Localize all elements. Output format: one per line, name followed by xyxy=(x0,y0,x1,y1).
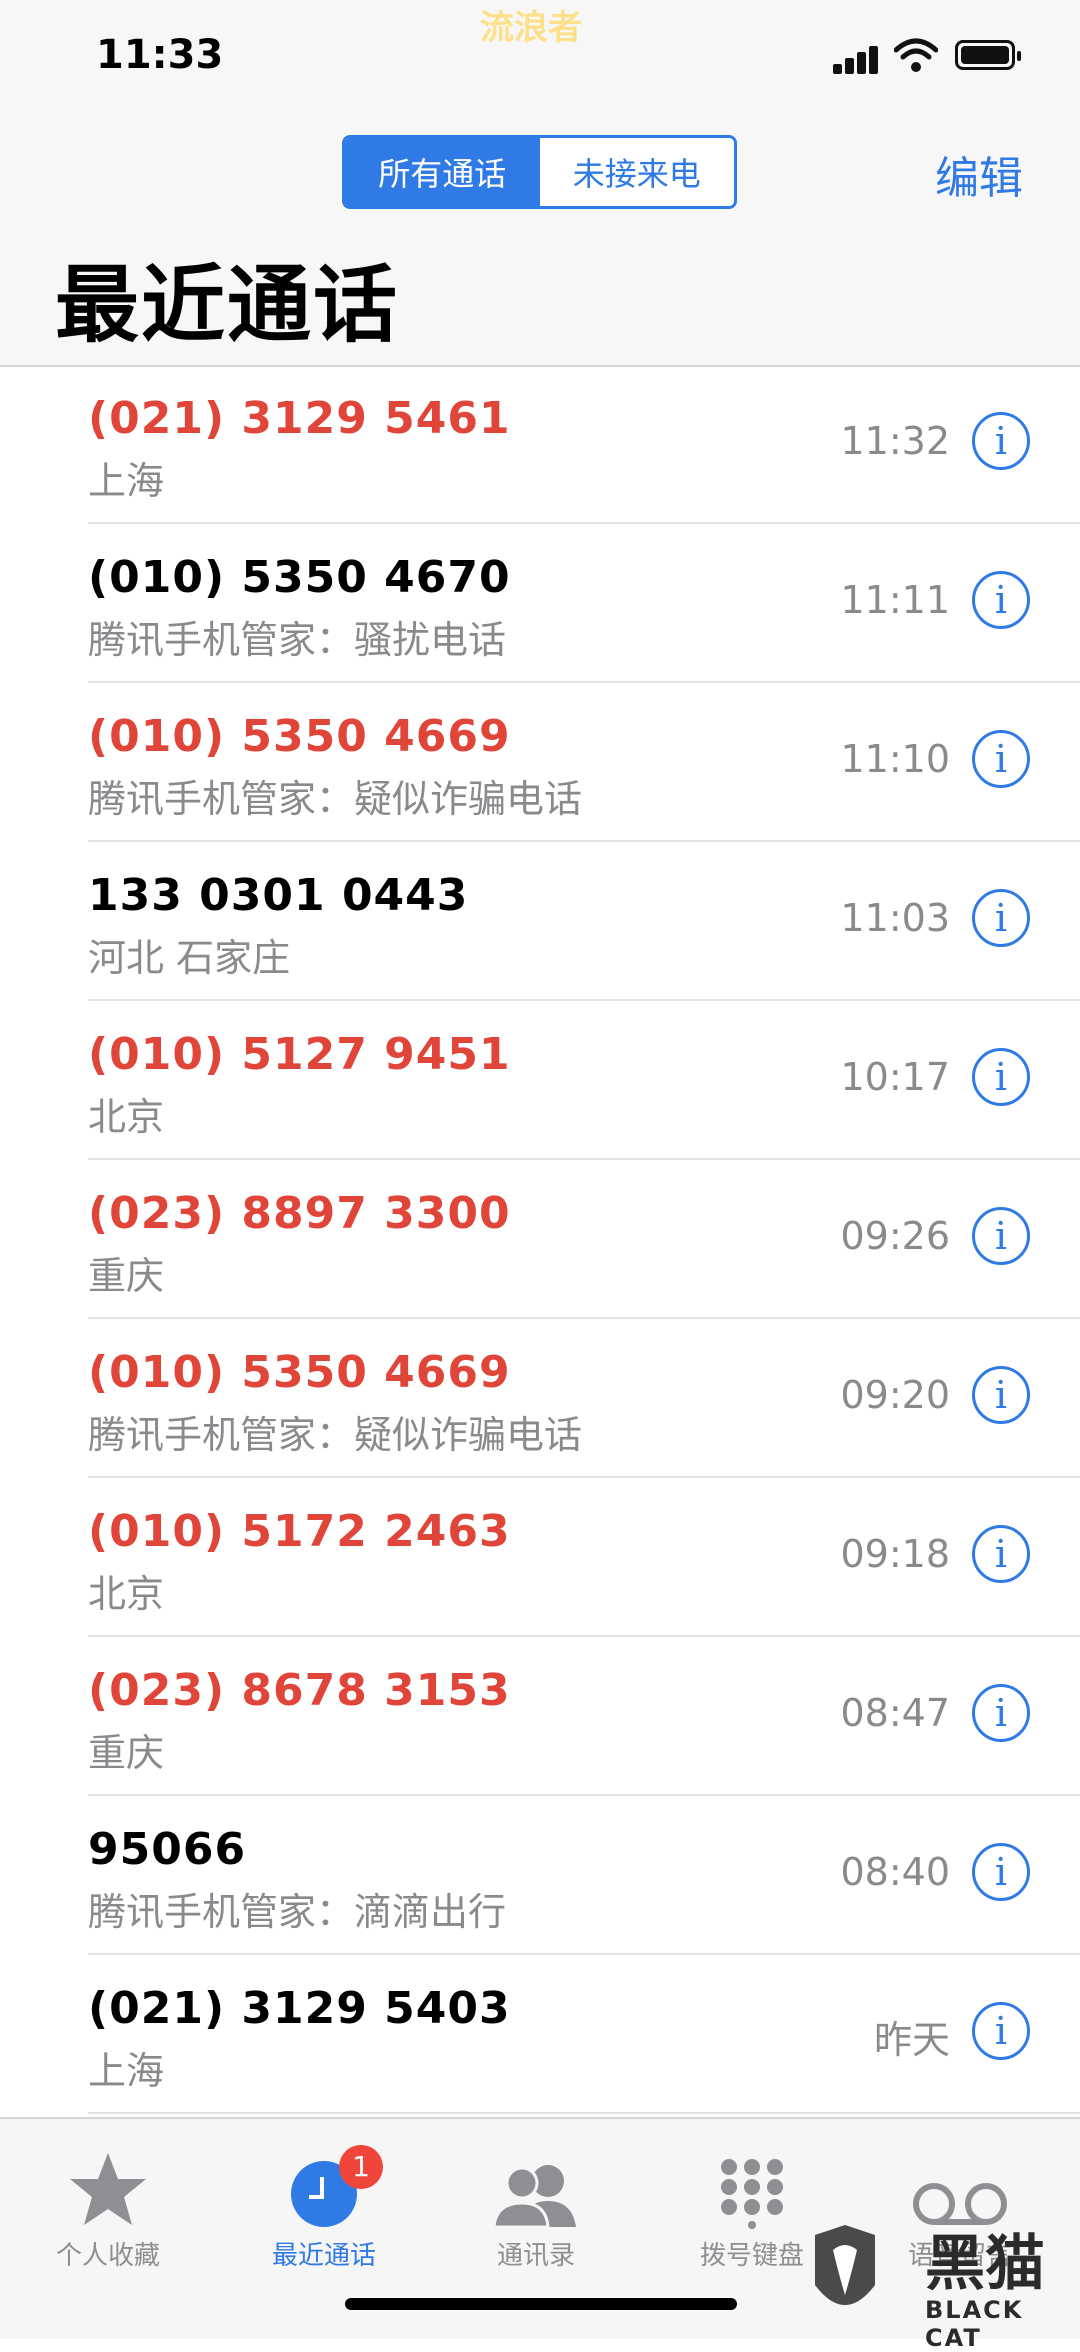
info-icon[interactable]: i xyxy=(972,571,1030,629)
tab-label: 最近通话 xyxy=(271,2241,376,2271)
battery-icon xyxy=(955,40,1021,70)
segment-missed-calls[interactable]: 未接来电 xyxy=(539,138,734,206)
segment-all-calls[interactable]: 所有通话 xyxy=(345,138,540,206)
call-time: 11:10 xyxy=(840,737,950,781)
call-row[interactable]: (023) 8897 3300 重庆 09:26 i xyxy=(88,1160,1080,1319)
call-location: 重庆 xyxy=(88,1254,165,1298)
call-time: 09:20 xyxy=(840,1373,950,1417)
call-filter-segmented-control: 所有通话 未接来电 xyxy=(342,135,737,209)
contacts-icon xyxy=(492,2165,576,2229)
info-icon[interactable]: i xyxy=(972,2002,1030,2060)
watermark-text: 流浪者 xyxy=(480,8,582,48)
call-number: 95066 xyxy=(88,1824,247,1875)
call-row[interactable]: (010) 5350 4669 腾讯手机管家：疑似诈骗电话 09:20 i xyxy=(88,1319,1080,1478)
tab-contacts[interactable]: 通讯录 xyxy=(436,2139,636,2272)
call-number: (010) 5350 4669 xyxy=(88,711,511,762)
call-location: 河北 石家庄 xyxy=(88,936,291,980)
info-icon[interactable]: i xyxy=(972,1843,1030,1901)
call-number: (021) 3129 5403 xyxy=(88,1983,511,2034)
keypad-icon xyxy=(721,2159,783,2229)
info-icon[interactable]: i xyxy=(972,1207,1030,1265)
call-row[interactable]: (010) 5350 4669 腾讯手机管家：疑似诈骗电话 11:10 i xyxy=(88,683,1080,842)
call-number: (010) 5350 4670 xyxy=(88,552,511,603)
info-icon[interactable]: i xyxy=(972,412,1030,470)
call-number: 133 0301 0443 xyxy=(88,870,469,921)
call-location: 重庆 xyxy=(88,1731,165,1775)
watermark-logo-subtext: BLACK CAT xyxy=(925,2296,1024,2352)
call-time: 10:17 xyxy=(840,1055,950,1099)
info-icon[interactable]: i xyxy=(972,889,1030,947)
missed-badge: 1 xyxy=(339,2145,383,2189)
star-icon xyxy=(70,2153,146,2225)
call-location: 北京 xyxy=(88,1095,165,1139)
watermark-logo-text: 黑猫 xyxy=(925,2229,1045,2299)
call-location: 上海 xyxy=(88,2049,165,2093)
call-number: (023) 8897 3300 xyxy=(88,1188,511,1239)
call-location: 北京 xyxy=(88,1572,165,1616)
info-icon[interactable]: i xyxy=(972,1366,1030,1424)
edit-button[interactable]: 编辑 xyxy=(935,142,1023,206)
tab-recents[interactable]: 1 最近通话 xyxy=(224,2139,424,2272)
call-row[interactable]: (021) 3129 5403 上海 昨天 i xyxy=(88,1955,1080,2114)
call-time: 11:32 xyxy=(840,419,950,463)
tab-label: 个人收藏 xyxy=(55,2241,160,2271)
status-bar: 11:33 流浪者 xyxy=(0,0,1080,120)
call-row[interactable]: (023) 8678 3153 重庆 08:47 i xyxy=(88,1637,1080,1796)
call-number: (010) 5350 4669 xyxy=(88,1347,511,1398)
call-location: 上海 xyxy=(88,459,165,503)
call-time: 09:18 xyxy=(840,1532,950,1576)
call-number: (021) 3129 5461 xyxy=(88,393,511,444)
call-row[interactable]: (021) 3129 5461 上海 11:32 i xyxy=(88,365,1080,524)
call-row[interactable]: 95066 腾讯手机管家：滴滴出行 08:40 i xyxy=(88,1796,1080,1955)
call-time: 09:26 xyxy=(840,1214,950,1258)
info-icon[interactable]: i xyxy=(972,1684,1030,1742)
tab-label: 通讯录 xyxy=(496,2241,575,2271)
call-location: 腾讯手机管家：骚扰电话 xyxy=(88,618,507,662)
page-title: 最近通话 xyxy=(55,256,400,354)
call-row[interactable]: 133 0301 0443 河北 石家庄 11:03 i xyxy=(88,842,1080,1001)
recent-calls-list: (021) 3129 5461 上海 11:32 i (010) 5350 4670 腾讯… xyxy=(0,365,1080,2114)
call-location: 腾讯手机管家：疑似诈骗电话 xyxy=(88,777,583,821)
info-icon[interactable]: i xyxy=(972,1048,1030,1106)
call-number: (010) 5172 2463 xyxy=(88,1506,511,1557)
call-number: (010) 5127 9451 xyxy=(88,1029,511,1080)
info-icon[interactable]: i xyxy=(972,730,1030,788)
call-number: (023) 8678 3153 xyxy=(88,1665,511,1716)
call-location: 腾讯手机管家：滴滴出行 xyxy=(88,1890,507,1934)
call-row[interactable]: (010) 5350 4670 腾讯手机管家：骚扰电话 11:11 i xyxy=(88,524,1080,683)
call-time: 08:47 xyxy=(840,1691,950,1735)
nav-header: 所有通话 未接来电 编辑 最近通话 xyxy=(0,120,1080,367)
call-time: 11:11 xyxy=(840,578,950,622)
call-time: 08:40 xyxy=(840,1850,950,1894)
signal-icon xyxy=(833,44,881,74)
call-time: 昨天 xyxy=(873,2018,950,2062)
tab-favorites[interactable]: 个人收藏 xyxy=(8,2139,208,2272)
wifi-icon xyxy=(894,38,938,72)
call-location: 腾讯手机管家：疑似诈骗电话 xyxy=(88,1413,583,1457)
call-row[interactable]: (010) 5127 9451 北京 10:17 i xyxy=(88,1001,1080,1160)
home-indicator xyxy=(345,2298,737,2310)
status-time: 11:33 xyxy=(96,32,224,78)
call-time: 11:03 xyxy=(840,896,950,940)
call-row[interactable]: (010) 5172 2463 北京 09:18 i xyxy=(88,1478,1080,1637)
info-icon[interactable]: i xyxy=(972,1525,1030,1583)
